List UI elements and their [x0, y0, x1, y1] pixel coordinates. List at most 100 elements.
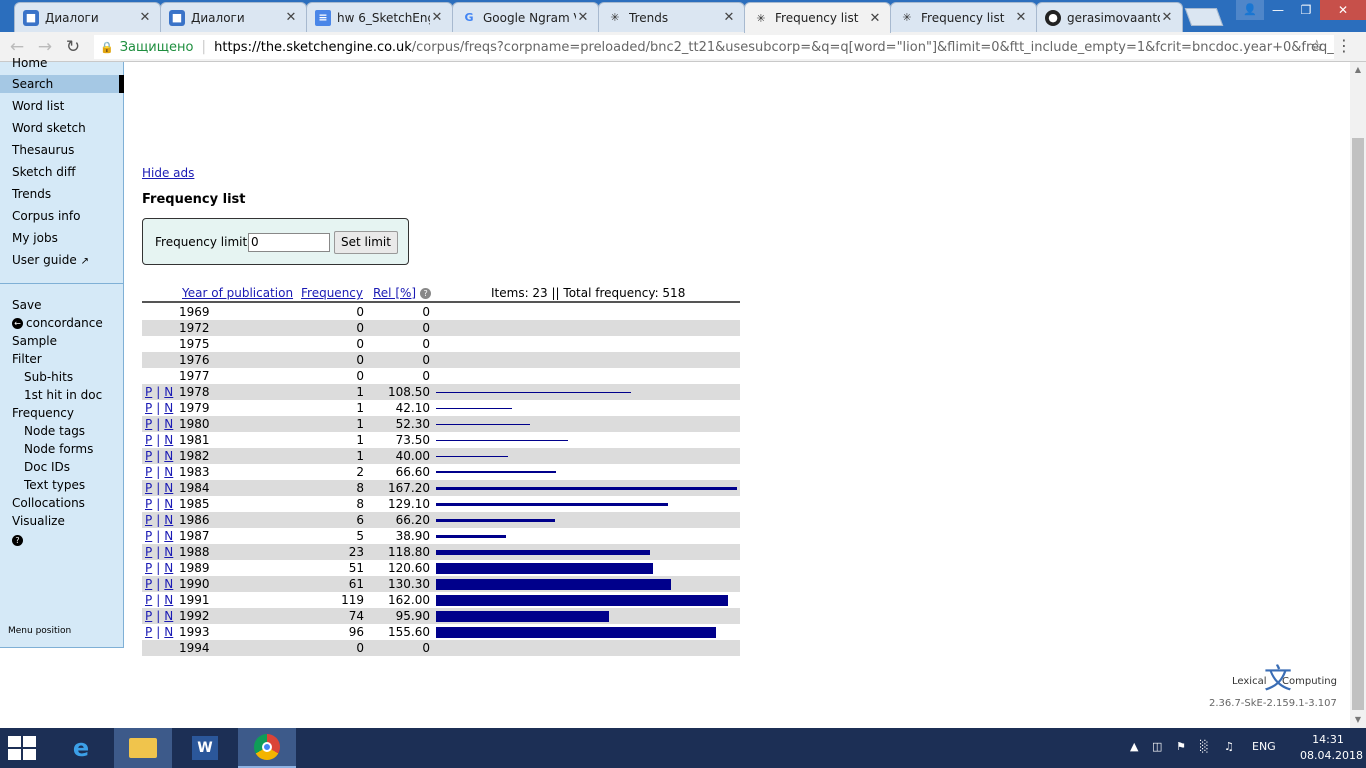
- sidebar-action-text-types[interactable]: Text types: [24, 476, 85, 494]
- tab-close-icon[interactable]: ✕: [1014, 10, 1028, 25]
- sidebar-item-word-list[interactable]: Word list: [12, 97, 64, 115]
- sidebar-action-sample[interactable]: Sample: [12, 332, 57, 350]
- positive-filter-link[interactable]: P: [145, 465, 152, 479]
- lexical-computing-logo[interactable]: Lexical 文 Computing: [1232, 664, 1337, 694]
- positive-filter-link[interactable]: P: [145, 545, 152, 559]
- browser-tab[interactable]: ■ Диалоги ✕: [14, 2, 161, 32]
- positive-filter-link[interactable]: P: [145, 577, 152, 591]
- sidebar-action-first-hit[interactable]: 1st hit in doc: [24, 386, 102, 404]
- negative-filter-link[interactable]: N: [164, 401, 173, 415]
- positive-filter-link[interactable]: P: [145, 513, 152, 527]
- set-limit-button[interactable]: Set limit: [334, 231, 398, 254]
- frequency-limit-input[interactable]: 0: [248, 233, 330, 252]
- sidebar-action-frequency[interactable]: Frequency: [12, 404, 74, 422]
- tab-close-icon[interactable]: ✕: [722, 10, 736, 25]
- positive-filter-link[interactable]: P: [145, 625, 152, 639]
- positive-filter-link[interactable]: P: [145, 609, 152, 623]
- column-frequency-header[interactable]: Frequency: [301, 286, 363, 300]
- tray-flag-icon[interactable]: ⚑: [1176, 740, 1186, 753]
- sidebar-item-user-guide[interactable]: User guide ↗: [12, 251, 89, 269]
- scroll-thumb[interactable]: [1352, 138, 1364, 710]
- windows-start-icon[interactable]: [8, 736, 38, 760]
- sidebar-item-search[interactable]: Search: [0, 75, 124, 93]
- sidebar-action-node-tags[interactable]: Node tags: [24, 422, 85, 440]
- negative-filter-link[interactable]: N: [164, 513, 173, 527]
- negative-filter-link[interactable]: N: [164, 577, 173, 591]
- negative-filter-link[interactable]: N: [164, 465, 173, 479]
- negative-filter-link[interactable]: N: [164, 593, 173, 607]
- negative-filter-link[interactable]: N: [164, 433, 173, 447]
- language-indicator[interactable]: ENG: [1252, 740, 1276, 753]
- sidebar-item-corpus-info[interactable]: Corpus info: [12, 207, 80, 225]
- negative-filter-link[interactable]: N: [164, 417, 173, 431]
- negative-filter-link[interactable]: N: [164, 545, 173, 559]
- browser-tab[interactable]: ✳ Frequency list ✕: [890, 2, 1037, 32]
- menu-position-link[interactable]: Menu position: [8, 626, 71, 636]
- reload-button[interactable]: ↻: [62, 36, 84, 58]
- negative-filter-link[interactable]: N: [164, 481, 173, 495]
- scroll-down-icon[interactable]: ▼: [1350, 712, 1366, 728]
- browser-tab[interactable]: ● gerasimovaanto ✕: [1036, 2, 1183, 32]
- question-icon[interactable]: ?: [420, 288, 432, 299]
- sidebar-action-save[interactable]: Save: [12, 296, 41, 314]
- profile-icon[interactable]: 👤: [1236, 0, 1264, 20]
- positive-filter-link[interactable]: P: [145, 497, 152, 511]
- scroll-up-icon[interactable]: ▲: [1350, 62, 1366, 78]
- sidebar-item-my-jobs[interactable]: My jobs: [12, 229, 58, 247]
- address-bar[interactable]: 🔒 Защищено | https://the.sketchengine.co…: [94, 35, 1334, 59]
- file-explorer-icon[interactable]: [114, 728, 172, 768]
- sidebar-action-visualize[interactable]: Visualize: [12, 512, 65, 530]
- word-icon[interactable]: W: [176, 728, 234, 768]
- tab-close-icon[interactable]: ✕: [138, 10, 152, 25]
- browser-tab[interactable]: G Google Ngram V ✕: [452, 2, 599, 32]
- minimize-button[interactable]: —: [1264, 0, 1292, 20]
- column-year-header[interactable]: Year of publication: [182, 286, 293, 300]
- clock[interactable]: 14:31 08.04.2018: [1300, 732, 1363, 764]
- negative-filter-link[interactable]: N: [164, 449, 173, 463]
- sidebar-action-filter[interactable]: Filter: [12, 350, 42, 368]
- browser-tab[interactable]: ✳ Frequency list ✕: [744, 2, 891, 33]
- help-icon[interactable]: ?: [12, 531, 26, 549]
- positive-filter-link[interactable]: P: [145, 561, 152, 575]
- positive-filter-link[interactable]: P: [145, 433, 152, 447]
- ie-icon[interactable]: e: [52, 728, 110, 768]
- hide-ads-link[interactable]: Hide ads: [142, 166, 194, 180]
- negative-filter-link[interactable]: N: [164, 609, 173, 623]
- browser-tab[interactable]: ■ Диалоги ✕: [160, 2, 307, 32]
- bookmark-star-icon[interactable]: ☆: [1310, 36, 1324, 55]
- tab-close-icon[interactable]: ✕: [1160, 10, 1174, 25]
- tray-device-icon[interactable]: ◫: [1152, 740, 1162, 753]
- sidebar-item-word-sketch[interactable]: Word sketch: [12, 119, 86, 137]
- sidebar-item-trends[interactable]: Trends: [12, 185, 51, 203]
- sidebar-action-doc-ids[interactable]: Doc IDs: [24, 458, 70, 476]
- sidebar-item-thesaurus[interactable]: Thesaurus: [12, 141, 74, 159]
- tray-signal-icon[interactable]: ░: [1200, 740, 1208, 753]
- sidebar-action-node-forms[interactable]: Node forms: [24, 440, 93, 458]
- positive-filter-link[interactable]: P: [145, 417, 152, 431]
- negative-filter-link[interactable]: N: [164, 561, 173, 575]
- positive-filter-link[interactable]: P: [145, 449, 152, 463]
- browser-menu-icon[interactable]: ⋮: [1336, 36, 1352, 55]
- column-rel-header[interactable]: Rel [%]?: [373, 286, 432, 300]
- negative-filter-link[interactable]: N: [164, 529, 173, 543]
- chrome-icon[interactable]: [238, 728, 296, 768]
- positive-filter-link[interactable]: P: [145, 529, 152, 543]
- close-window-button[interactable]: ✕: [1320, 0, 1366, 20]
- positive-filter-link[interactable]: P: [145, 593, 152, 607]
- positive-filter-link[interactable]: P: [145, 401, 152, 415]
- sidebar-item-home[interactable]: Home: [12, 54, 47, 72]
- tab-close-icon[interactable]: ✕: [284, 10, 298, 25]
- url-text[interactable]: https://the.sketchengine.co.uk/corpus/fr…: [214, 40, 1334, 55]
- positive-filter-link[interactable]: P: [145, 385, 152, 399]
- positive-filter-link[interactable]: P: [145, 481, 152, 495]
- sidebar-item-sketch-diff[interactable]: Sketch diff: [12, 163, 75, 181]
- tab-close-icon[interactable]: ✕: [868, 11, 882, 26]
- sidebar-action-collocations[interactable]: Collocations: [12, 494, 85, 512]
- new-tab-button[interactable]: [1184, 8, 1224, 26]
- tab-close-icon[interactable]: ✕: [576, 10, 590, 25]
- tray-volume-icon[interactable]: ♫: [1224, 740, 1234, 753]
- maximize-button[interactable]: ❐: [1292, 0, 1320, 20]
- negative-filter-link[interactable]: N: [164, 497, 173, 511]
- negative-filter-link[interactable]: N: [164, 385, 173, 399]
- browser-tab[interactable]: ✳ Trends ✕: [598, 2, 745, 32]
